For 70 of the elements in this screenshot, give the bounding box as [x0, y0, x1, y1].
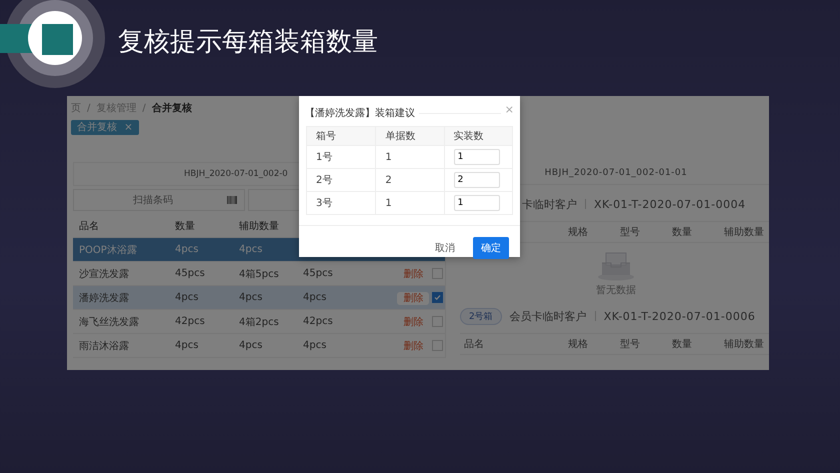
table-cell-text: 4pcs	[238, 340, 264, 351]
table-cell: 2	[375, 169, 444, 191]
customer-name: 卡临时客户	[522, 196, 577, 212]
order-code: XK-01-T-2020-07-01-0006	[604, 310, 756, 322]
table-cell-text: 3号	[315, 197, 334, 211]
table-cell-text: 海飞丝洗发露	[78, 316, 140, 328]
table-cell-text: 2号	[315, 174, 334, 188]
column-header: 品名	[78, 220, 100, 232]
column-header: 规格	[568, 339, 588, 350]
table-cell-text: 42pcs	[302, 316, 334, 327]
table-cell-text: 沙宣洗发露	[78, 268, 130, 280]
customer-name: 会员卡临时客户	[510, 308, 587, 324]
column-header: 辅助数量	[724, 227, 764, 238]
table-cell-text: 42pcs	[174, 316, 206, 327]
table-cell-text: 45pcs	[302, 268, 334, 279]
delete-link[interactable]: 删除	[403, 340, 424, 352]
breadcrumb-separator: /	[87, 102, 90, 114]
breadcrumb-separator: /	[142, 102, 146, 114]
empty-message: 暂无数据	[596, 284, 636, 297]
table-cell-text: 4pcs	[238, 244, 264, 255]
order-code: XK-01-T-2020-07-01-0004	[594, 198, 746, 210]
column-header: 实装数	[444, 127, 512, 145]
table-cell-text: 雨洁沐浴露	[78, 340, 130, 352]
table-cell-text: 4pcs	[174, 292, 200, 303]
delete-link[interactable]: 删除	[397, 292, 430, 304]
dialog-title: 【潘婷洗发露】装箱建议	[305, 106, 415, 120]
column-header: 规格	[568, 227, 588, 238]
page-tab[interactable]: 合并复核 ×	[71, 120, 139, 135]
column-header: 数量	[672, 339, 692, 350]
table-row[interactable]: 雨洁沐浴露 4pcs 4pcs 4pcs 删除	[73, 334, 445, 358]
table-cell-text: 4箱5pcs	[238, 268, 280, 280]
table-row[interactable]: 潘婷洗发露 4pcs 4pcs 4pcs 删除	[73, 286, 445, 310]
scan-field[interactable]: 扫描条码	[73, 189, 245, 211]
column-header: 型号	[620, 227, 640, 238]
column-header: 辅助数量	[724, 339, 764, 350]
table-cell-text: 4pcs	[174, 244, 200, 255]
column-header: 辅助数量	[238, 220, 280, 232]
quantity-input[interactable]: 1	[454, 195, 500, 211]
column-header: 型号	[620, 339, 640, 350]
close-button[interactable]: ×	[504, 102, 514, 116]
checkbox[interactable]	[432, 340, 443, 351]
column-header: 单据数	[375, 127, 444, 145]
quantity-input[interactable]: 2	[454, 172, 500, 188]
confirm-button[interactable]: 确定	[473, 237, 509, 259]
barcode-icon	[227, 196, 237, 204]
checkbox[interactable]	[432, 316, 443, 327]
table-cell-text: 4pcs	[238, 292, 264, 303]
table-cell: 1	[375, 192, 444, 214]
quantity-input[interactable]: 1	[454, 149, 500, 165]
table-cell-text: 4pcs	[174, 340, 200, 351]
table-cell-text: 45pcs	[174, 268, 206, 279]
checkbox[interactable]	[432, 268, 443, 279]
table-cell-text: 4pcs	[302, 292, 328, 303]
table-cell-text: 潘婷洗发露	[78, 292, 130, 304]
column-header: 数量	[672, 227, 692, 238]
column-header: 品名	[464, 339, 484, 350]
box-badge: 2号箱	[460, 308, 502, 324]
table-cell-text: 4pcs	[302, 340, 328, 351]
column-header: 箱号	[315, 130, 337, 144]
table-cell-text: 1号	[315, 151, 334, 165]
checkbox[interactable]	[432, 292, 443, 303]
table-cell-text: 4箱2pcs	[238, 316, 280, 328]
delete-link[interactable]: 删除	[403, 316, 424, 328]
table-row[interactable]: 海飞丝洗发露 42pcs 4箱2pcs 42pcs 删除	[73, 310, 445, 334]
slide-title: 复核提示每箱装箱数量	[118, 26, 378, 58]
delete-link[interactable]: 删除	[403, 268, 424, 280]
breadcrumb-item[interactable]: 合并复核	[152, 101, 192, 115]
table-cell-text: POOP沐浴露	[78, 244, 138, 256]
table-cell: 1	[375, 146, 444, 168]
column-header: 数量	[174, 220, 196, 232]
